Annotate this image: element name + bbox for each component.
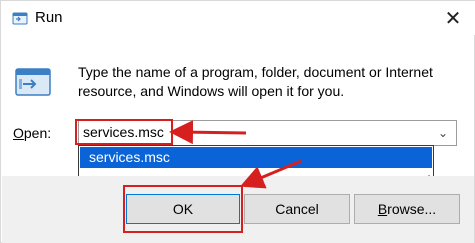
input-highlight-box (75, 119, 173, 145)
dropdown-item-selected[interactable]: services.msc (80, 147, 432, 168)
run-dialog: Run ✕ Type the name of a program, folder… (0, 0, 475, 243)
browse-label-rest: rowse... (387, 201, 437, 217)
close-icon: ✕ (444, 7, 462, 30)
run-icon (12, 12, 28, 25)
run-program-icon (15, 68, 51, 96)
title-bar: Run ✕ (1, 1, 475, 35)
window-title: Run (35, 9, 63, 26)
ok-highlight-box (123, 185, 243, 233)
open-label: Open: (13, 125, 51, 141)
browse-accel: B (377, 201, 388, 217)
open-label-rest: pen: (23, 125, 52, 141)
open-label-accel: O (13, 125, 24, 141)
cancel-button[interactable]: Cancel (244, 194, 350, 224)
run-description: Type the name of a program, folder, docu… (78, 64, 433, 99)
browse-button[interactable]: Browse... (354, 194, 460, 224)
chevron-down-icon[interactable]: ⌄ (432, 122, 454, 144)
close-button[interactable]: ✕ (430, 1, 475, 35)
